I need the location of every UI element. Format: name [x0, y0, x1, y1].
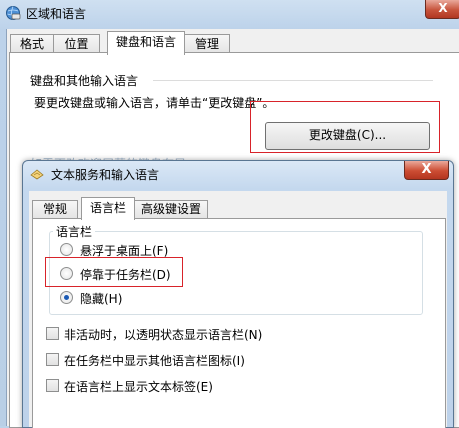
language-bar-panel: 语言栏 悬浮于桌面上(F) 停靠于任务栏(D) 隐藏(H) 非活动时，以透明状态… — [32, 218, 446, 428]
inner-title-bar: 文本服务和输入语言 X — [23, 161, 453, 187]
checkbox[interactable] — [46, 327, 59, 340]
change-keyboard-info-text: 要更改键盘或输入语言，请单击“更改键盘”。 — [34, 96, 275, 110]
outer-close-button[interactable]: X — [425, 0, 459, 19]
checkbox[interactable] — [46, 353, 59, 366]
radio-button-selected[interactable] — [60, 291, 73, 304]
tab-language-bar[interactable]: 语言栏 — [81, 197, 135, 220]
highlight-box-change-keyboards — [250, 101, 440, 153]
inner-window-body: 常规 语言栏 高级键设置 语言栏 悬浮于桌面上(F) 停靠于任务栏(D) 隐藏(… — [29, 191, 447, 428]
outer-title-bar: 区域和语言 X — [0, 0, 459, 26]
inner-close-button[interactable]: X — [404, 161, 449, 180]
checkbox-label: 在任务栏中显示其他语言栏图标(I) — [64, 354, 245, 368]
checkbox-label: 在语言栏上显示文本标签(E) — [64, 380, 213, 394]
tab-keyboards-languages[interactable]: 键盘和语言 — [107, 31, 185, 55]
text-services-dialog: 文本服务和输入语言 X 常规 语言栏 高级键设置 语言栏 悬浮于桌面上(F) 停… — [22, 160, 454, 428]
keyboard-icon — [30, 169, 44, 180]
language-bar-group-label: 语言栏 — [53, 223, 96, 240]
tab-location[interactable]: 位置 — [53, 34, 100, 54]
keyboards-section-label: 键盘和其他输入语言 — [30, 74, 139, 88]
checkbox-label: 非活动时，以透明状态显示语言栏(N) — [64, 328, 263, 342]
tab-administrative[interactable]: 管理 — [184, 34, 230, 54]
highlight-box-docked — [45, 257, 183, 287]
tab-general[interactable]: 常规 — [32, 200, 78, 219]
tab-advanced-key-settings[interactable]: 高级键设置 — [134, 200, 208, 219]
outer-window-title: 区域和语言 — [26, 7, 87, 21]
tab-format[interactable]: 格式 — [10, 34, 54, 54]
inner-window-title: 文本服务和输入语言 — [51, 168, 160, 182]
radio-button[interactable] — [60, 243, 73, 256]
checkbox[interactable] — [46, 379, 59, 392]
section-divider — [153, 80, 433, 81]
globe-keyboard-icon — [6, 6, 21, 20]
radio-label: 隐藏(H) — [80, 292, 123, 306]
